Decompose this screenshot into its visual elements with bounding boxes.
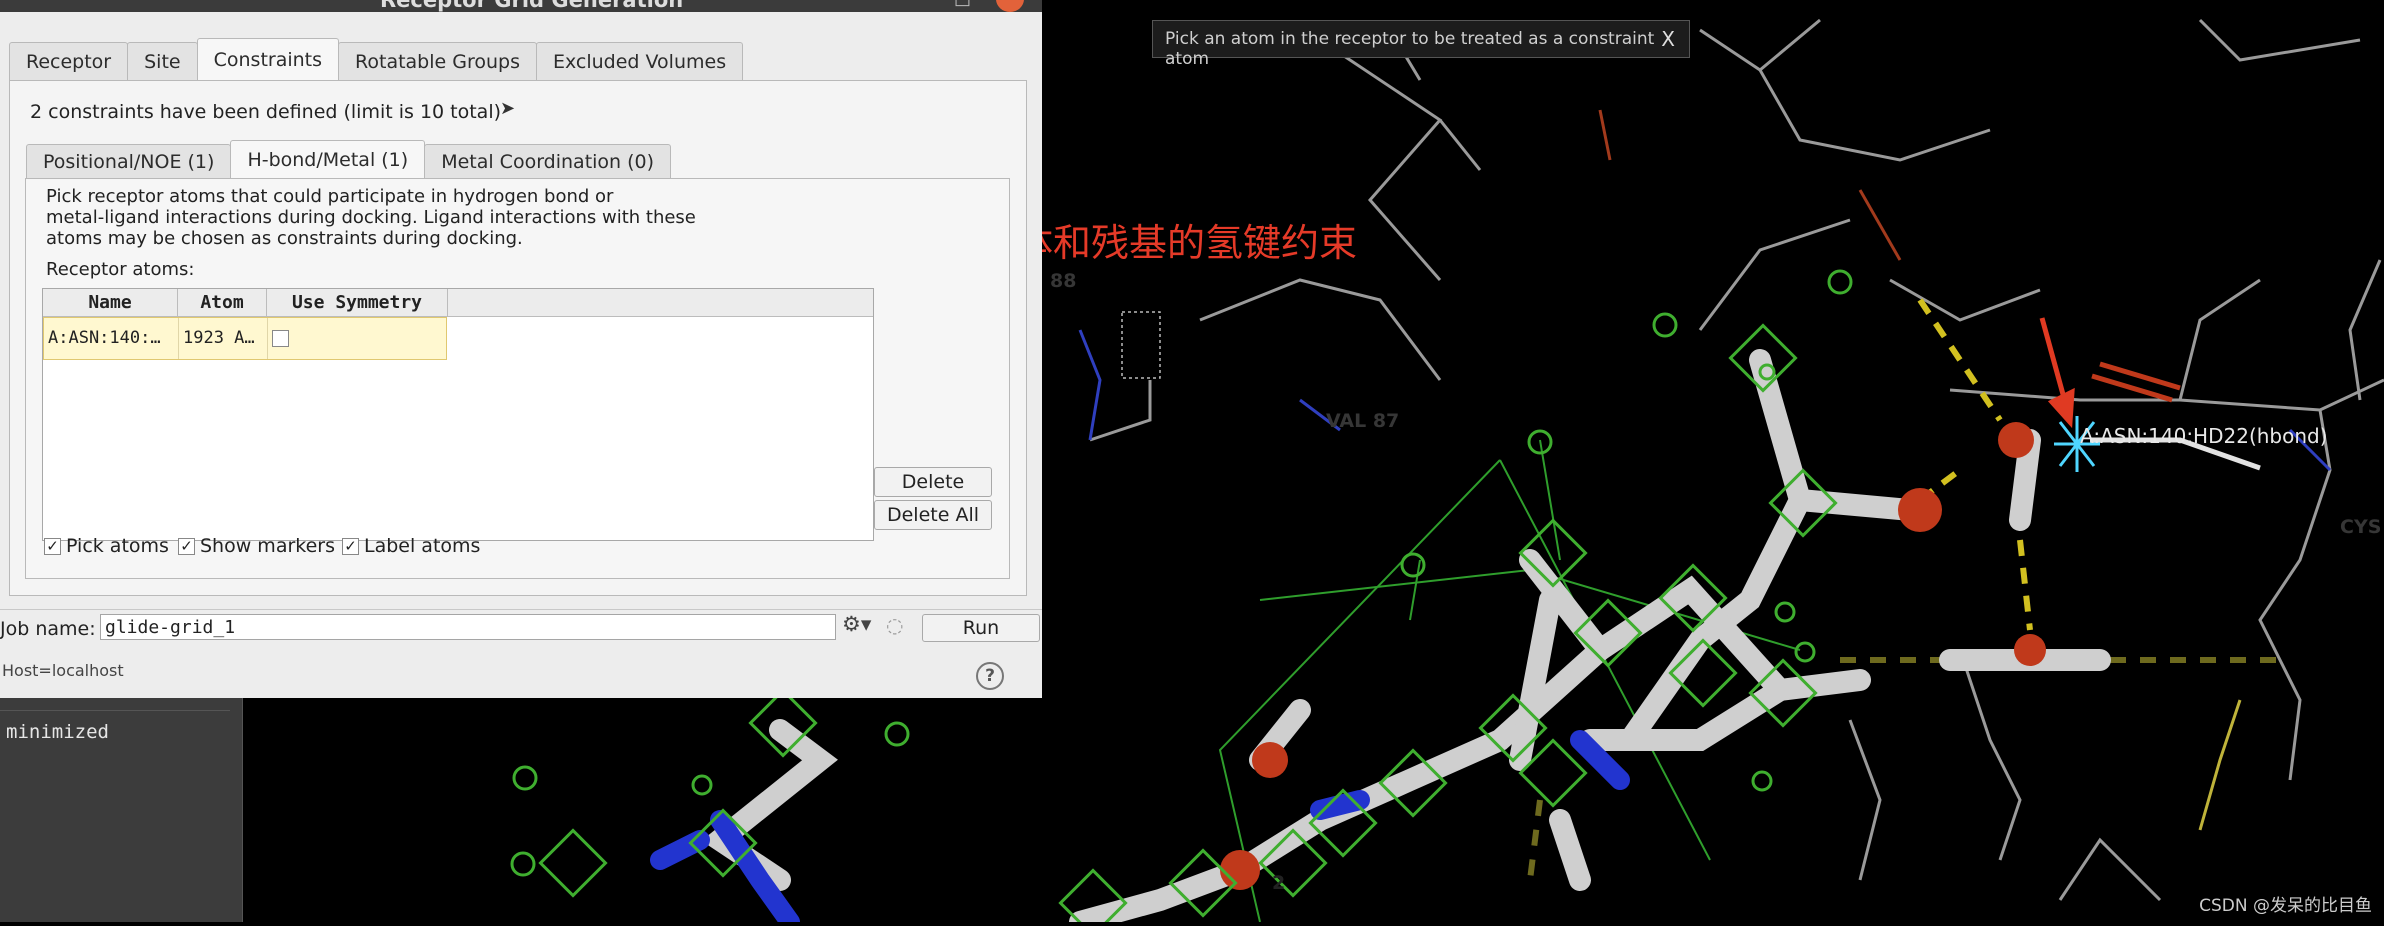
status-text: minimized [6,721,109,743]
description-line-2: metal-ligand interactions during docking… [46,207,696,228]
left-panel-divider [0,710,230,711]
show-markers-label: Show markers [200,535,335,557]
minimize-icon[interactable]: – [906,0,915,9]
dialog-titlebar[interactable]: Receptor Grid Generation – □ [0,0,1042,12]
gear-icon[interactable]: ⚙▾ [842,612,871,636]
oxygen-bonds [1598,109,1902,261]
job-divider [0,609,1042,610]
tab-hbond-metal[interactable]: H-bond/Metal (1) [230,140,426,180]
pick-atom-banner: Pick an atom in the receptor to be treat… [1152,20,1690,69]
residue-label-cys: CYS [2340,516,2382,538]
watermark: CSDN @发呆的比目鱼 [2199,896,2372,916]
red-arrow [2039,317,2075,429]
delete-button[interactable]: Delete [874,467,992,497]
constraints-summary: 2 constraints have been defined (limit i… [30,101,502,123]
pick-atoms-label: Pick atoms [66,535,169,557]
job-name-label: Job name: [0,618,96,640]
atom-label-hd22: A:ASN:140:HD22(hbond) [2080,424,2328,448]
cell-use-symmetry [268,318,442,359]
dotted-selection-box [1121,311,1161,379]
receptor-atoms-table[interactable]: Name Atom Use Symmetry A:ASN:140:… 1923 … [42,288,874,541]
close-window-icon[interactable] [996,0,1024,12]
cell-atom[interactable]: 1923 A… [179,318,268,359]
residue-label-val87: VAL 87 [1326,410,1400,432]
header-use-symmetry[interactable]: Use Symmetry [267,289,448,316]
tab-rotatable-groups[interactable]: Rotatable Groups [338,42,537,81]
main-tabs: Receptor Site Constraints Rotatable Grou… [9,38,744,81]
table-header: Name Atom Use Symmetry [43,289,873,317]
job-name-input[interactable]: glide-grid_1 [100,614,836,640]
dialog-title: Receptor Grid Generation [380,0,684,12]
pick-atoms-option[interactable]: ✓ Pick atoms [44,535,169,557]
tab-site[interactable]: Site [127,42,198,81]
spinner-icon: ◌ [886,613,904,637]
close-banner-button[interactable]: X [1661,27,1675,51]
hbond-dashes-faint [1527,657,2290,881]
description-line-1: Pick receptor atoms that could participa… [46,186,614,207]
grid-box-wireframe [1218,439,1801,923]
pick-atoms-checkbox[interactable]: ✓ [44,537,61,555]
label-atoms-label: Label atoms [364,535,481,557]
sulfur-bonds [2198,699,2242,831]
hbond-dashes [1917,298,2033,631]
label-atoms-option[interactable]: ✓ Label atoms [342,535,480,557]
job-bar: Job name: glide-grid_1 ⚙▾ ◌ Run Host=loc… [0,609,1042,699]
cell-name[interactable]: A:ASN:140:… [44,318,179,359]
residue-label-88: 88 [1050,270,1077,292]
delete-all-button[interactable]: Delete All [874,500,992,530]
hbond-description: Pick receptor atoms that could participa… [46,186,696,249]
marker-label: 2 [1272,872,1286,894]
receptor-atoms-label: Receptor atoms: [46,259,195,280]
run-button[interactable]: Run [922,614,1040,642]
left-panel: minimized [0,697,243,922]
pick-atom-message: Pick an atom in the receptor to be treat… [1165,29,1655,69]
description-line-3: atoms may be chosen as constraints durin… [46,228,523,249]
help-icon[interactable]: ? [976,662,1004,690]
maximize-icon[interactable]: □ [954,0,971,9]
tab-excluded-volumes[interactable]: Excluded Volumes [536,42,744,81]
header-name[interactable]: Name [43,289,178,316]
tab-receptor[interactable]: Receptor [9,42,129,81]
show-markers-checkbox[interactable]: ✓ [178,537,195,555]
header-atom[interactable]: Atom [178,289,267,316]
use-symmetry-checkbox[interactable] [272,329,289,347]
table-row[interactable]: A:ASN:140:… 1923 A… [43,317,447,360]
host-label: Host=localhost [2,661,124,680]
label-atoms-checkbox[interactable]: ✓ [342,537,359,555]
tab-metal-coordination[interactable]: Metal Coordination (0) [424,144,672,180]
carbonyl-bond [2091,361,2181,403]
mouse-cursor-icon: ➤ [500,98,516,119]
constraint-subtabs: Positional/NOE (1) H-bond/Metal (1) Meta… [26,140,672,180]
tab-constraints[interactable]: Constraints [196,38,340,81]
show-markers-option[interactable]: ✓ Show markers [178,535,335,557]
tab-positional-noe[interactable]: Positional/NOE (1) [26,144,232,180]
receptor-grid-dialog: Receptor Site Constraints Rotatable Grou… [0,12,1042,698]
